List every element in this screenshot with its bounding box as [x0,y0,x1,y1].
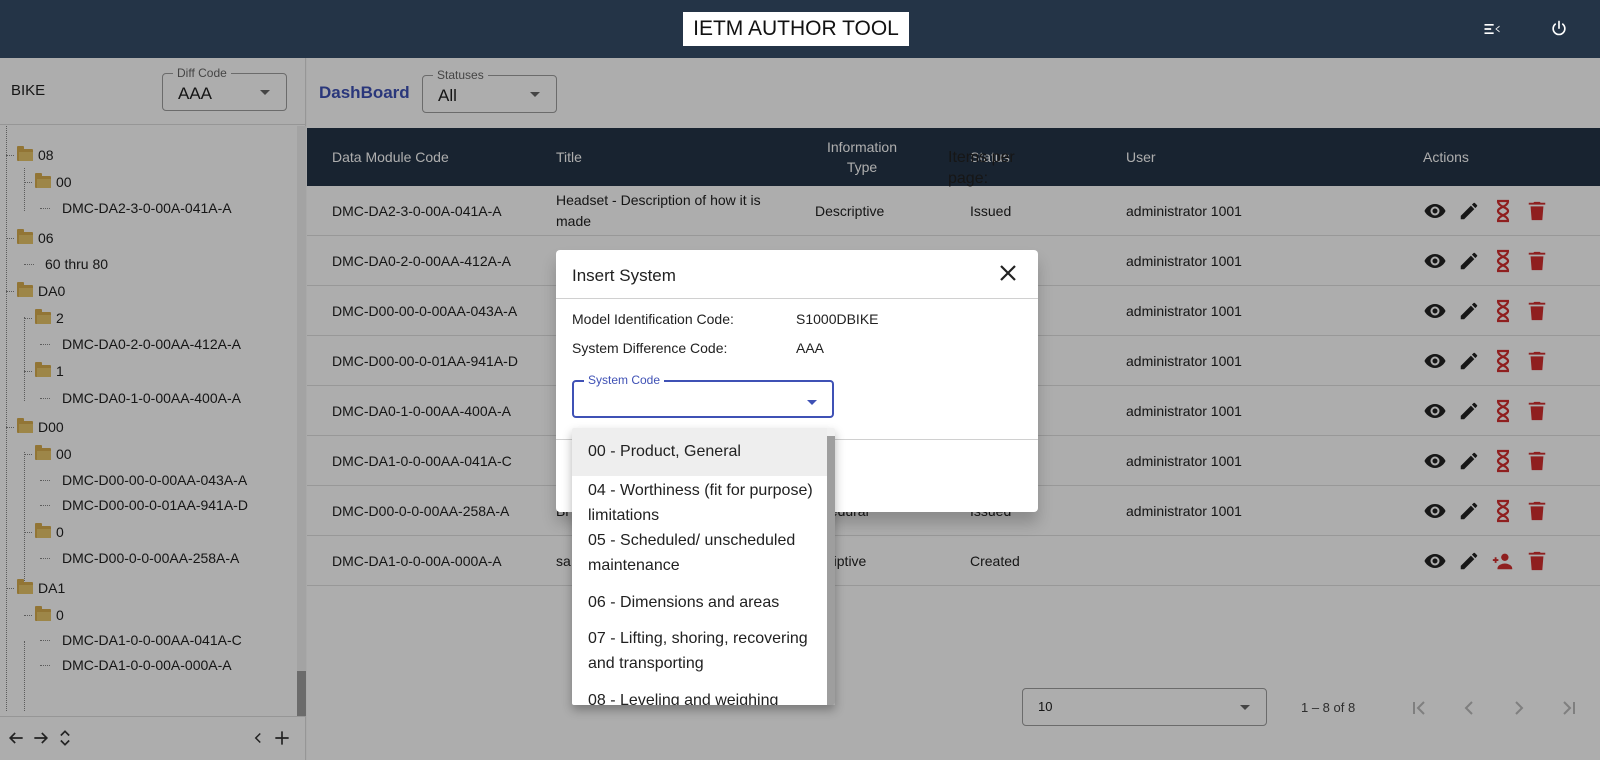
option-item[interactable]: 07 - Lifting, shoring, recovering and tr… [572,626,827,676]
divider [556,298,1038,299]
app-title: IETM AUTHOR TOOL [683,12,909,46]
option-item[interactable]: 04 - Worthiness (fit for purpose) limita… [572,478,827,528]
model-id-value: S1000DBIKE [796,311,879,327]
options-scrollbar[interactable] [827,428,835,705]
option-item[interactable]: 06 - Dimensions and areas [572,590,827,615]
system-code-select[interactable]: System Code [572,373,834,418]
option-item[interactable]: 08 - Leveling and weighing [572,688,827,705]
system-diff-value: AAA [796,340,825,356]
close-icon[interactable] [996,261,1020,285]
dialog-title: Insert System [572,266,676,285]
option-item[interactable]: 05 - Scheduled/ unscheduled maintenance [572,528,827,578]
model-id-label: Model Identification Code: [572,311,734,327]
system-diff-label: System Difference Code: [572,340,728,356]
chevron-down-icon [807,400,817,405]
menu-collapse-icon[interactable] [1480,17,1504,41]
system-code-label: System Code [584,373,665,387]
scrollbar-thumb[interactable] [827,436,835,705]
power-icon[interactable] [1547,17,1571,41]
option-item[interactable]: 00 - Product, General [572,428,827,476]
system-code-options: 00 - Product, General 04 - Worthiness (f… [572,428,835,705]
app-header: IETM AUTHOR TOOL [0,0,1600,58]
